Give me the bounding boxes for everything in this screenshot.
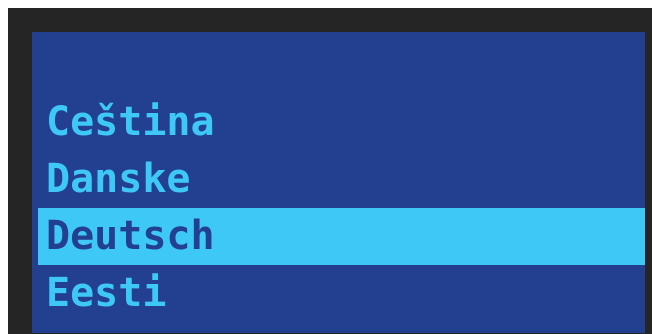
language-menu-screen: Ceština Danske Deutsch Eesti: [32, 32, 645, 333]
language-item-deutsch-selected[interactable]: Deutsch: [38, 208, 645, 265]
language-label: Deutsch: [46, 213, 215, 259]
language-list: Ceština Danske Deutsch Eesti: [32, 94, 645, 322]
language-item-cestina[interactable]: Ceština: [32, 94, 645, 151]
language-label: Danske: [46, 156, 191, 202]
display-bezel: Ceština Danske Deutsch Eesti: [8, 8, 652, 334]
language-item-danske[interactable]: Danske: [32, 151, 645, 208]
language-label: Eesti: [46, 270, 167, 316]
language-label: Ceština: [46, 99, 215, 145]
language-item-eesti[interactable]: Eesti: [32, 265, 645, 322]
